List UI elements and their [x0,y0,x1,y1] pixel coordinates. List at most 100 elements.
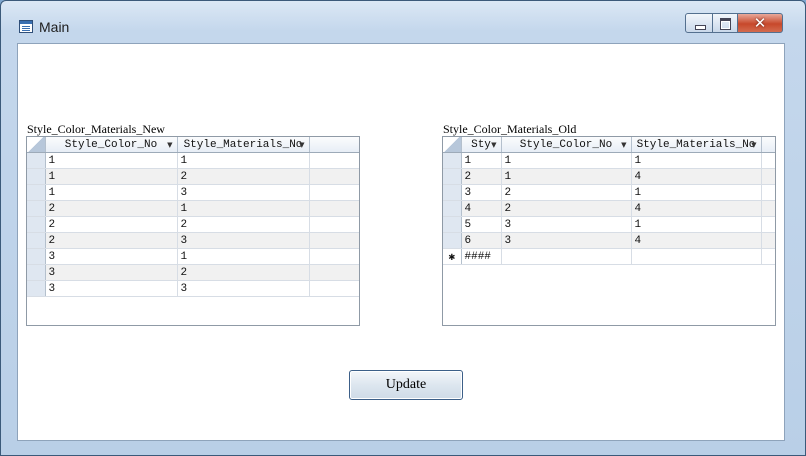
table-cell[interactable]: 3 [177,184,310,201]
row-selector[interactable] [27,200,46,217]
table-row[interactable]: 11 [27,152,359,169]
grid-new-table[interactable]: Style_Color_No ▼ Style_Materials_No ▼ 1 1 1 2 1 3… [27,137,359,325]
table-row[interactable]: 424 [443,200,775,217]
table-row[interactable]: 111 [443,152,775,169]
title-bar[interactable]: Main ✕ [1,1,805,41]
minimize-button[interactable] [685,13,713,33]
table-cell[interactable]: 2 [461,168,502,185]
update-button[interactable]: Update [349,370,463,400]
select-all-corner[interactable] [27,137,46,153]
table-cell[interactable]: 2 [177,264,310,281]
table-row[interactable]: 13 [27,184,359,201]
row-selector[interactable] [27,184,46,201]
table-cell[interactable]: 1 [631,184,762,201]
table-cell[interactable]: 4 [631,168,762,185]
chevron-down-icon[interactable]: ▼ [751,141,756,149]
new-row-cell[interactable] [631,248,762,265]
table-cell[interactable]: 3 [501,232,632,249]
chevron-down-icon[interactable]: ▼ [491,141,496,149]
table-row[interactable]: 23 [27,232,359,249]
table-cell[interactable]: 1 [631,152,762,169]
grid-old-table[interactable]: Sty ▼ Style_Color_No ▼ Style_Materials_No ▼ 1 1… [443,137,775,325]
table-cell[interactable]: 3 [45,264,178,281]
row-selector[interactable] [27,216,46,233]
empty-cell [177,296,309,312]
new-record-row[interactable]: ✱ #### [443,248,775,265]
row-selector[interactable] [443,200,462,217]
column-header[interactable]: Style_Materials_No ▼ [177,137,310,153]
table-row[interactable]: 22 [27,216,359,233]
table-cell[interactable]: 2 [501,200,632,217]
column-header[interactable]: Sty ▼ [461,137,502,153]
column-header[interactable]: Style_Materials_No ▼ [631,137,762,153]
table-cell[interactable]: 2 [45,216,178,233]
table-cell[interactable]: 3 [501,216,632,233]
chevron-down-icon[interactable]: ▼ [299,141,304,149]
table-row[interactable]: 214 [443,168,775,185]
row-filler [309,200,359,217]
table-row[interactable]: 12 [27,168,359,185]
table-cell[interactable]: 3 [45,280,178,297]
table-cell[interactable]: 1 [461,152,502,169]
row-selector[interactable] [27,280,46,297]
table-cell[interactable]: 2 [45,200,178,217]
row-selector[interactable] [27,168,46,185]
minimize-icon [695,25,706,30]
column-header[interactable]: Style_Color_No ▼ [45,137,178,153]
table-cell[interactable]: 1 [45,184,178,201]
row-selector[interactable] [443,184,462,201]
close-button[interactable]: ✕ [737,13,783,33]
table-cell[interactable]: 4 [461,200,502,217]
table-cell[interactable]: 1 [631,216,762,233]
table-cell[interactable]: 2 [45,232,178,249]
grid-new[interactable]: Style_Color_No ▼ Style_Materials_No ▼ 1 1 1 2 1 3… [26,136,360,326]
row-filler [761,232,775,249]
table-cell[interactable]: 3 [177,280,310,297]
table-cell[interactable]: 1 [45,152,178,169]
table-cell[interactable]: 1 [501,168,632,185]
new-row-cell[interactable] [501,248,632,265]
table-row[interactable]: 31 [27,248,359,265]
empty-cell [631,264,761,280]
table-cell[interactable]: 2 [501,184,632,201]
chevron-down-icon[interactable]: ▼ [621,141,626,149]
empty-cell [461,295,501,310]
table-row[interactable]: 531 [443,216,775,233]
table-cell[interactable]: 4 [631,200,762,217]
maximize-button[interactable] [712,13,738,33]
table-cell[interactable]: 6 [461,232,502,249]
row-selector[interactable] [443,152,462,169]
chevron-down-icon[interactable]: ▼ [167,141,172,149]
table-cell[interactable]: 1 [177,248,310,265]
row-selector[interactable] [27,248,46,265]
table-cell[interactable]: 1 [45,168,178,185]
grid-old[interactable]: Sty ▼ Style_Color_No ▼ Style_Materials_No ▼ 1 1… [442,136,776,326]
table-cell[interactable]: 1 [501,152,632,169]
table-cell[interactable]: 1 [177,200,310,217]
row-selector[interactable] [27,232,46,249]
table-cell[interactable]: 2 [177,216,310,233]
table-row[interactable]: 321 [443,184,775,201]
row-selector[interactable] [443,216,462,233]
table-row[interactable]: 32 [27,264,359,281]
row-selector[interactable] [443,232,462,249]
table-row[interactable]: 33 [27,280,359,297]
new-row-cell[interactable]: #### [461,248,502,265]
table-cell[interactable]: 1 [177,152,310,169]
table-cell[interactable]: 3 [45,248,178,265]
empty-cell [501,295,631,310]
row-filler [309,280,359,297]
column-header[interactable]: Style_Color_No ▼ [501,137,632,153]
empty-cell [501,280,631,295]
table-cell[interactable]: 3 [461,184,502,201]
select-all-corner[interactable] [443,137,462,153]
table-cell[interactable]: 3 [177,232,310,249]
table-row[interactable]: 634 [443,232,775,249]
row-selector[interactable] [27,264,46,281]
table-cell[interactable]: 5 [461,216,502,233]
table-cell[interactable]: 2 [177,168,310,185]
row-selector[interactable] [443,168,462,185]
table-cell[interactable]: 4 [631,232,762,249]
row-selector[interactable] [27,152,46,169]
table-row[interactable]: 21 [27,200,359,217]
